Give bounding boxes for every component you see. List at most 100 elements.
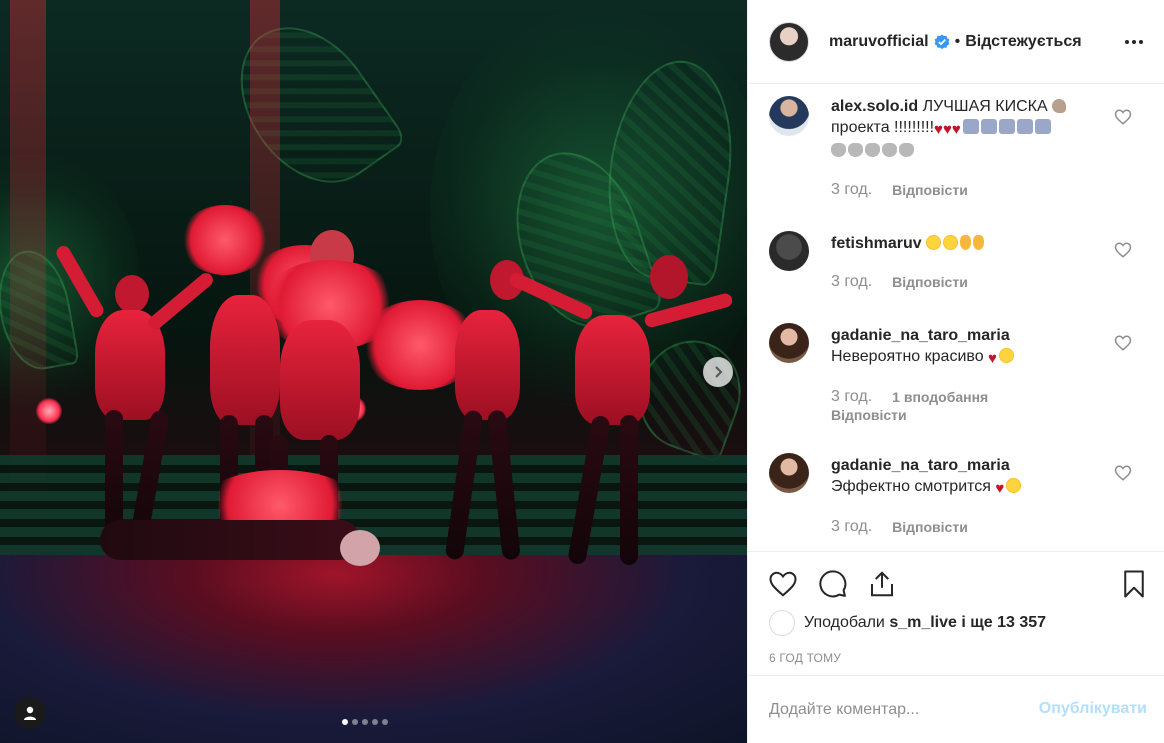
comment-body: gadanie_na_taro_maria Невероятно красиво… bbox=[831, 325, 1101, 369]
red-heart-emoji-icon: ♥ bbox=[988, 350, 997, 367]
comments-list[interactable]: alex.solo.id ЛУЧШАЯ КИСКА проекта !!!!!!… bbox=[748, 85, 1164, 551]
likes-text[interactable]: Уподобали s_m_live і ще 13 357 bbox=[804, 614, 1046, 632]
mouse-emoji-icon bbox=[1034, 119, 1051, 134]
reply-button[interactable]: Відповісти bbox=[892, 519, 968, 535]
comment-input[interactable] bbox=[769, 696, 1024, 724]
comment-meta: 3 год. 1 вподобання bbox=[831, 388, 988, 406]
comment-username[interactable]: gadanie_na_taro_maria bbox=[831, 327, 1010, 344]
comment-time[interactable]: 3 год. bbox=[831, 273, 872, 291]
comment-item: gadanie_na_taro_maria Эффектно смотрится… bbox=[769, 453, 1149, 543]
following-button[interactable]: Відстежується bbox=[965, 33, 1081, 51]
comment-likes-count[interactable]: 1 вподобання bbox=[892, 389, 988, 405]
liker-username[interactable]: s_m_live bbox=[889, 614, 957, 631]
hand-emoji-icon bbox=[973, 235, 985, 250]
mouse-emoji-icon bbox=[962, 119, 979, 134]
liker-avatar[interactable] bbox=[769, 610, 795, 636]
comment-body: alex.solo.id ЛУЧШАЯ КИСКА проекта !!!!!!… bbox=[831, 96, 1101, 161]
comment-button[interactable] bbox=[817, 568, 849, 600]
raised-hands-emoji-icon bbox=[882, 143, 897, 157]
comment-time[interactable]: 3 год. bbox=[831, 518, 872, 536]
leaf-decoration bbox=[212, 0, 408, 210]
heart-icon bbox=[769, 571, 797, 597]
reply-button[interactable]: Відповісти bbox=[892, 182, 968, 198]
comment-time[interactable]: 3 год. bbox=[831, 388, 872, 406]
mouse-emoji-icon bbox=[998, 119, 1015, 134]
comment-item: alex.solo.id ЛУЧШАЯ КИСКА проекта !!!!!!… bbox=[769, 96, 1149, 206]
comment-body: gadanie_na_taro_maria Эффектно смотрится… bbox=[831, 455, 1101, 499]
raised-hands-emoji-icon bbox=[831, 143, 846, 157]
header-separator: • bbox=[954, 32, 961, 50]
comment-meta: 3 год. Відповісти bbox=[831, 181, 968, 199]
reply-button[interactable]: Відповісти bbox=[831, 407, 907, 423]
comment-meta: 3 год. Відповісти bbox=[831, 273, 968, 291]
likes-summary: Уподобали s_m_live і ще 13 357 bbox=[769, 610, 1046, 636]
red-heart-emoji-icon: ♥♥♥ bbox=[934, 121, 961, 138]
post-header: maruvofficial • Відстежується bbox=[748, 0, 1164, 84]
save-button[interactable] bbox=[1118, 568, 1150, 600]
comment-meta: 3 год. Відповісти bbox=[831, 518, 968, 536]
heart-eyes-emoji-icon bbox=[1006, 478, 1022, 493]
mouse-emoji-icon bbox=[1016, 119, 1033, 134]
bookmark-icon bbox=[1124, 570, 1144, 598]
share-icon bbox=[871, 571, 893, 597]
comment-username[interactable]: alex.solo.id bbox=[831, 98, 918, 115]
commenter-avatar[interactable] bbox=[769, 323, 809, 363]
verified-badge-icon bbox=[934, 34, 949, 49]
comment-bubble-icon bbox=[819, 570, 847, 598]
publish-comment-button[interactable]: Опублікувати bbox=[1039, 700, 1147, 718]
add-comment-section: Опублікувати bbox=[748, 675, 1164, 743]
like-comment-heart-icon[interactable] bbox=[1114, 108, 1132, 126]
red-heart-emoji-icon: ♥ bbox=[995, 480, 1005, 497]
heart-eyes-emoji-icon bbox=[998, 348, 1014, 363]
like-button[interactable] bbox=[767, 568, 799, 600]
comment-username[interactable]: gadanie_na_taro_maria bbox=[831, 457, 1010, 474]
raised-hands-emoji-icon bbox=[848, 143, 863, 157]
like-comment-heart-icon[interactable] bbox=[1114, 334, 1132, 352]
post-timestamp[interactable]: 6 ГОД ТОМУ bbox=[769, 651, 841, 665]
comment-username[interactable]: fetishmaruv bbox=[831, 235, 922, 252]
post-photo[interactable] bbox=[0, 0, 747, 743]
post-actions: Уподобали s_m_live і ще 13 357 6 ГОД ТОМ… bbox=[748, 551, 1164, 743]
user-icon bbox=[24, 706, 36, 720]
comment-text: ЛУЧШАЯ КИСКА bbox=[922, 98, 1048, 115]
comment-item: gadanie_na_taro_maria Невероятно красиво… bbox=[769, 323, 1149, 433]
heart-eyes-emoji-icon bbox=[926, 235, 942, 250]
commenter-avatar[interactable] bbox=[769, 96, 809, 136]
raised-hands-emoji-icon bbox=[899, 143, 914, 157]
hand-emoji-icon bbox=[960, 235, 972, 250]
author-avatar[interactable] bbox=[769, 21, 809, 62]
carousel-dot bbox=[352, 719, 358, 725]
commenter-avatar[interactable] bbox=[769, 231, 809, 271]
squirrel-emoji-icon bbox=[1052, 99, 1067, 113]
comment-text: Невероятно красиво bbox=[831, 348, 984, 365]
like-comment-heart-icon[interactable] bbox=[1114, 464, 1132, 482]
comment-body: fetishmaruv bbox=[831, 233, 1101, 254]
chevron-right-icon bbox=[715, 366, 723, 378]
likes-count[interactable]: і ще 13 357 bbox=[961, 614, 1046, 631]
commenter-avatar[interactable] bbox=[769, 453, 809, 493]
raised-hands-emoji-icon bbox=[865, 143, 880, 157]
next-photo-button[interactable] bbox=[703, 357, 733, 387]
heart-eyes-emoji-icon bbox=[943, 235, 959, 250]
carousel-dot bbox=[342, 719, 348, 725]
carousel-dot bbox=[362, 719, 368, 725]
like-comment-heart-icon[interactable] bbox=[1114, 241, 1132, 259]
comment-time[interactable]: 3 год. bbox=[831, 181, 872, 199]
carousel-dot bbox=[372, 719, 378, 725]
reply-button[interactable]: Відповісти bbox=[892, 274, 968, 290]
comment-item: fetishmaruv 3 год. Відповісти bbox=[769, 231, 1149, 301]
carousel-dot bbox=[382, 719, 388, 725]
stage-floor bbox=[0, 555, 747, 743]
comment-text-continued: проекта !!!!!!!!! bbox=[831, 119, 935, 136]
more-horizontal-icon bbox=[1125, 40, 1143, 44]
likes-prefix: Уподобали bbox=[804, 614, 885, 631]
more-options-button[interactable] bbox=[1122, 30, 1146, 54]
mouse-emoji-icon bbox=[980, 119, 997, 134]
carousel-indicator bbox=[342, 719, 388, 725]
comment-text: Эффектно смотрится bbox=[831, 478, 991, 495]
tagged-users-button[interactable] bbox=[14, 697, 46, 729]
author-username[interactable]: maruvofficial bbox=[829, 33, 929, 51]
post-details-panel: maruvofficial • Відстежується alex.solo.… bbox=[747, 0, 1164, 743]
share-button[interactable] bbox=[866, 568, 898, 600]
stage-lamp bbox=[36, 398, 62, 424]
